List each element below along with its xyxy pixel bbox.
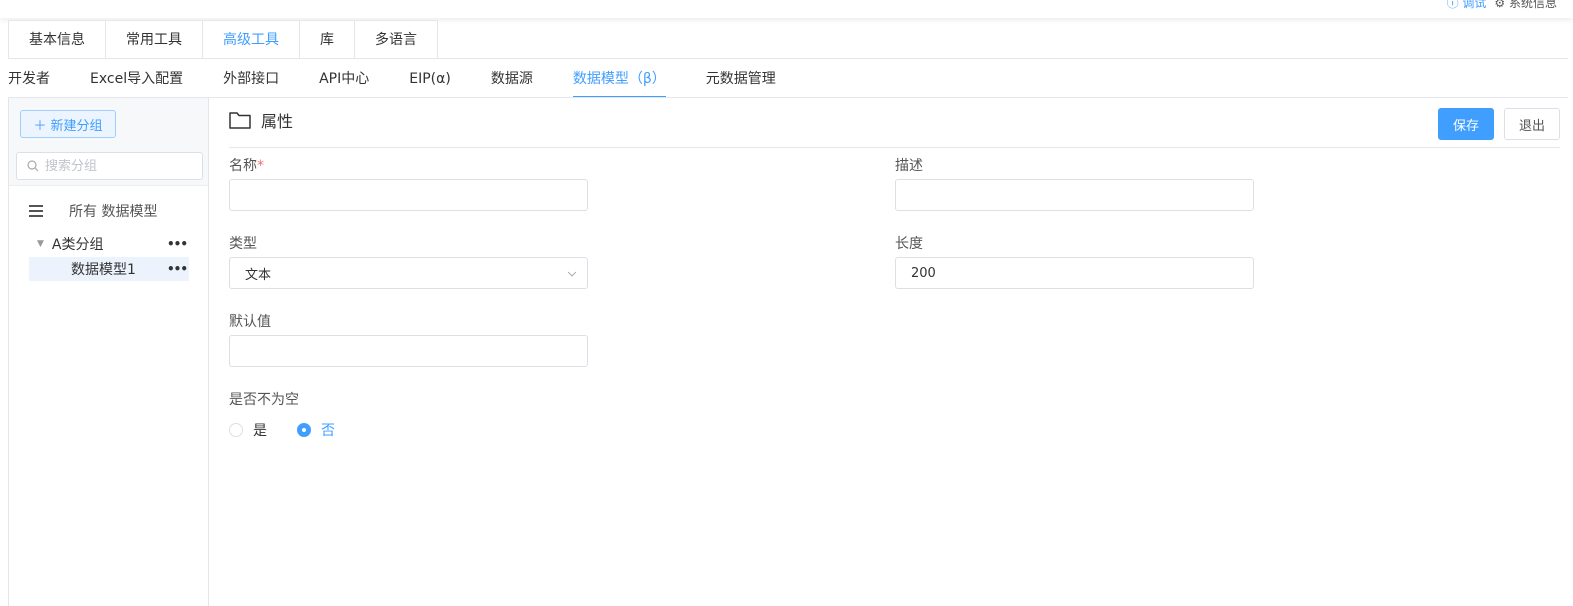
type-label: 类型 [229, 236, 257, 252]
info-icon: ⓘ [1446, 0, 1463, 10]
tree-group-label: A类分组 [51, 237, 104, 253]
folder-icon [229, 112, 251, 129]
tab-basic-info[interactable]: 基本信息 [9, 21, 106, 59]
name-input[interactable] [229, 179, 588, 211]
tab-advanced-tools[interactable]: 高级工具 [203, 21, 300, 59]
tree-item-model1[interactable]: 数据模型1 ••• [29, 257, 189, 281]
name-label: 名称* [229, 158, 264, 174]
tab-multilanguage[interactable]: 多语言 [355, 21, 437, 59]
primary-tabs-divider [8, 58, 1568, 59]
secondary-tabs: 开发者 Excel导入配置 外部接口 API中心 EIP(α) 数据源 数据模型… [8, 60, 816, 98]
length-input[interactable] [895, 257, 1254, 289]
description-input[interactable] [895, 179, 1254, 211]
tree-item-label: 数据模型1 [71, 262, 136, 278]
properties-header: 属性 [229, 108, 293, 132]
plus-icon: ＋ [33, 118, 47, 134]
search-icon [27, 160, 39, 172]
chevron-down-icon [567, 268, 577, 277]
new-group-button[interactable]: ＋ 新建分组 [20, 110, 116, 138]
primary-tabs: 基本信息 常用工具 高级工具 库 多语言 [8, 20, 438, 59]
tab-external-api[interactable]: 外部接口 [223, 60, 279, 98]
secondary-tabs-divider [8, 97, 1568, 98]
notnull-label: 是否不为空 [229, 392, 299, 408]
tab-api-center[interactable]: API中心 [319, 60, 369, 98]
more-icon[interactable]: ••• [167, 237, 188, 251]
desc-label: 描述 [895, 158, 923, 174]
default-value-input[interactable] [229, 335, 588, 367]
length-label: 长度 [895, 236, 923, 252]
tab-developer[interactable]: 开发者 [8, 60, 50, 98]
menu-icon [29, 205, 43, 217]
caret-down-icon[interactable]: ▼ [37, 239, 44, 249]
radio-yes-label: 是 [253, 423, 267, 439]
top-strip: ⓘ 调试 ⚙ 系统信息 [0, 0, 1573, 18]
more-icon[interactable]: ••• [167, 262, 188, 276]
tree-group-a[interactable]: ▼ A类分组 ••• [29, 233, 189, 255]
exit-button[interactable]: 退出 [1504, 108, 1560, 140]
tree-all-models[interactable]: 所有 数据模型 [29, 201, 157, 221]
tab-excel-import[interactable]: Excel导入配置 [90, 60, 183, 98]
tree-all-label: 所有 数据模型 [69, 204, 158, 220]
tab-datasource[interactable]: 数据源 [491, 60, 533, 98]
type-select-value: 文本 [245, 267, 272, 283]
radio-yes-circle[interactable] [229, 423, 243, 437]
type-select[interactable]: 文本 [229, 257, 588, 289]
debug-link[interactable]: ⓘ 调试 [1447, 0, 1487, 11]
group-search-input[interactable] [45, 158, 195, 174]
top-actions: ⓘ 调试 ⚙ 系统信息 [1447, 0, 1557, 11]
group-sidebar: ＋ 新建分组 所有 数据模型 ▼ A类分组 ••• 数据模型1 ••• [8, 98, 209, 606]
tab-metadata[interactable]: 元数据管理 [706, 60, 776, 98]
tab-common-tools[interactable]: 常用工具 [106, 21, 203, 59]
tab-eip[interactable]: EIP(α) [409, 60, 451, 98]
system-info-link[interactable]: ⚙ 系统信息 [1494, 0, 1557, 11]
group-search-box [16, 152, 203, 180]
header-divider [229, 147, 1560, 148]
radio-no-label: 否 [321, 423, 335, 439]
radio-yes[interactable]: 是 [229, 420, 267, 440]
save-button[interactable]: 保存 [1438, 108, 1494, 140]
gear-icon: ⚙ [1494, 0, 1509, 10]
default-label: 默认值 [229, 314, 271, 330]
radio-no[interactable]: 否 [297, 420, 335, 440]
page-title: 属性 [261, 112, 294, 131]
sidebar-toolbar: ＋ 新建分组 [9, 98, 208, 186]
tab-library[interactable]: 库 [300, 21, 355, 59]
required-mark: * [257, 158, 264, 174]
tab-data-model[interactable]: 数据模型（β） [572, 60, 666, 98]
radio-no-circle[interactable] [297, 423, 311, 437]
